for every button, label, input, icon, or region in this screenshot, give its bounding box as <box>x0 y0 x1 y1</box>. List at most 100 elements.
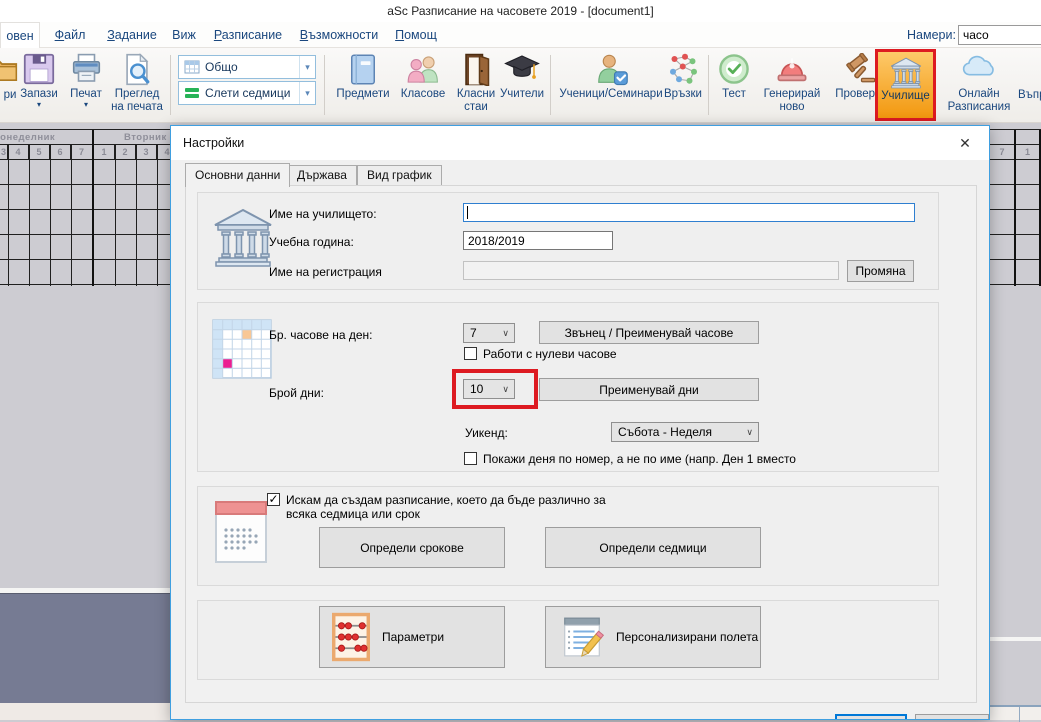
find-label: Намери: <box>907 22 956 48</box>
book-icon <box>332 51 394 88</box>
cloud-icon <box>940 51 1018 88</box>
toolbar-print-button[interactable]: Печат ▾ <box>64 51 108 120</box>
periods-per-day-select[interactable]: 7 ∨ <box>463 323 515 343</box>
background-dark-panel <box>0 593 170 703</box>
bank-building-icon <box>211 204 275 273</box>
toolbar-teachers-button[interactable]: Учители <box>498 51 546 120</box>
zero-periods-label: Работи с нулеви часове <box>483 347 617 361</box>
graduation-cap-icon <box>498 51 546 88</box>
toolbar-online-label: Онлайн <box>958 88 999 100</box>
door-icon <box>452 51 500 88</box>
student-check-icon <box>556 51 666 88</box>
ok-button-partial[interactable] <box>835 714 907 720</box>
checkbox-box[interactable] <box>464 347 477 360</box>
menu-item-view[interactable]: Виж <box>168 22 200 48</box>
merged-weeks-icon <box>184 86 200 100</box>
toolbar-school-button-highlighted[interactable]: Училище <box>875 49 936 121</box>
dialog-title-bar: Настройки ✕ <box>171 126 989 160</box>
change-registration-button[interactable]: Промяна <box>847 260 914 282</box>
toolbar-print-label: Печат <box>70 88 102 100</box>
zero-periods-checkbox[interactable]: Работи с нулеви часове <box>464 347 617 361</box>
tab-country[interactable]: Държава <box>287 165 357 186</box>
window-title: aSc Разписание на часовете 2019 - [docum… <box>387 4 654 18</box>
school-name-input[interactable] <box>463 203 915 222</box>
background-bottom-cells <box>990 705 1041 720</box>
bell-rename-periods-button[interactable]: Звънец / Преименувай часове <box>539 321 759 344</box>
toolbar-questions-label: Въпр <box>1018 89 1041 102</box>
toolbar-classrooms-label: Класни <box>457 88 495 100</box>
define-weeks-button[interactable]: Определи седмици <box>545 527 761 568</box>
toolbar-classrooms-button[interactable]: Класни стаи <box>452 51 500 120</box>
tab-schedule-type[interactable]: Вид график <box>357 165 442 186</box>
toolbar-students-label: Ученици/Семинари <box>559 88 662 100</box>
weekend-select[interactable]: Събота - Неделя ∨ <box>611 422 759 442</box>
close-icon[interactable]: ✕ <box>955 133 975 153</box>
siren-icon <box>756 51 828 88</box>
chevron-down-icon: ∨ <box>502 328 509 339</box>
periods-per-day-value: 7 <box>470 326 477 340</box>
menu-item-options[interactable]: Възможности <box>294 22 384 48</box>
menu-item-file[interactable]: Файл <box>52 22 88 48</box>
checkbox-box-checked[interactable]: ✓ <box>267 493 280 506</box>
weeks-mode-combobox[interactable]: Слети седмици ▾ <box>178 81 316 105</box>
toolbar-test-button[interactable]: Тест <box>712 51 756 120</box>
toolbar-teachers-label: Учители <box>500 88 544 100</box>
toolbar-questions-button[interactable]: Въпр <box>1018 51 1041 120</box>
title-bar: aSc Разписание на часовете 2019 - [docum… <box>0 0 1041 22</box>
weekend-value: Събота - Неделя <box>618 425 712 439</box>
day-number-checkbox[interactable]: Покажи деня по номер, а не по име (напр.… <box>464 452 912 466</box>
notepad-pencil-icon <box>560 612 604 662</box>
view-mode-combobox[interactable]: Общо ▾ <box>178 55 316 79</box>
multi-week-checkbox[interactable]: ✓ Искам да създам разписание, което да б… <box>267 493 627 521</box>
toolbar-save-button[interactable]: Запази ▾ <box>14 51 64 120</box>
toolbar-classes-label: Класове <box>401 88 445 100</box>
dialog-title: Настройки <box>183 126 244 160</box>
multi-week-label: Искам да създам разписание, което да бъд… <box>286 493 627 521</box>
school-year-input[interactable] <box>463 231 613 250</box>
toolbar-subjects-button[interactable]: Предмети <box>332 51 394 120</box>
rename-days-button[interactable]: Преименувай дни <box>539 378 759 401</box>
background-divider-right <box>990 637 1041 641</box>
menu-item-help[interactable]: Помощ <box>390 22 442 48</box>
links-network-icon <box>660 51 706 88</box>
tab-basic-data[interactable]: Основни данни <box>185 163 290 187</box>
find-input[interactable] <box>958 25 1041 45</box>
custom-fields-button[interactable]: Персонализирани полета <box>545 606 761 668</box>
dropdown-arrow-icon: ▾ <box>14 101 64 109</box>
define-terms-button[interactable]: Определи срокове <box>319 527 505 568</box>
menu-item-assignment[interactable]: Задание <box>102 22 162 48</box>
toolbar-links-button[interactable]: Връзки <box>660 51 706 120</box>
parameters-button[interactable]: Параметри <box>319 606 505 668</box>
print-icon <box>64 51 108 88</box>
toolbar-subjects-label: Предмети <box>336 88 389 100</box>
settings-dialog: Настройки ✕ Основни данни Държава Вид гр… <box>170 125 990 720</box>
toolbar-save-label: Запази <box>20 88 58 100</box>
weekend-label: Уикенд: <box>465 426 508 440</box>
background-bottom-strip <box>0 703 170 720</box>
toolbar-generate-button[interactable]: Генерирай ново <box>756 51 828 120</box>
toolbar-links-label: Връзки <box>664 88 702 100</box>
save-icon <box>14 51 64 88</box>
calendar-dots-icon <box>211 500 271 569</box>
chevron-down-icon: ∨ <box>746 427 753 438</box>
toolbar-separator <box>708 55 709 115</box>
checkbox-box[interactable] <box>464 452 477 465</box>
toolbar-print-preview-button[interactable]: Преглед на печата <box>108 51 166 120</box>
day-header-monday: Понеделник <box>0 130 92 145</box>
cancel-button-partial[interactable] <box>915 714 989 720</box>
toolbar-students-button[interactable]: Ученици/Семинари <box>556 51 666 120</box>
toolbar-test-label: Тест <box>722 88 746 100</box>
number-of-days-label: Брой дни: <box>269 386 324 400</box>
registration-name-label: Име на регистрация <box>269 265 382 279</box>
toolbar-online-button[interactable]: Онлайн Разписания <box>940 51 1018 120</box>
parameters-label: Параметри <box>382 630 444 644</box>
custom-fields-label: Персонализирани полета <box>616 630 758 644</box>
toolbar: ри Запази ▾ Печат ▾ Преглед на печата Об… <box>0 48 1041 123</box>
toolbar-school-label: Училище <box>881 90 930 102</box>
menu-item-timetable[interactable]: Разписание <box>208 22 288 48</box>
menu-item-main[interactable]: овен <box>0 22 40 48</box>
menu-bar: овен Файл Задание Виж Разписание Възможн… <box>0 22 1041 48</box>
school-name-label: Име на училището: <box>269 207 377 221</box>
toolbar-classes-button[interactable]: Класове <box>394 51 452 120</box>
dropdown-arrow-icon: ▾ <box>64 101 108 109</box>
